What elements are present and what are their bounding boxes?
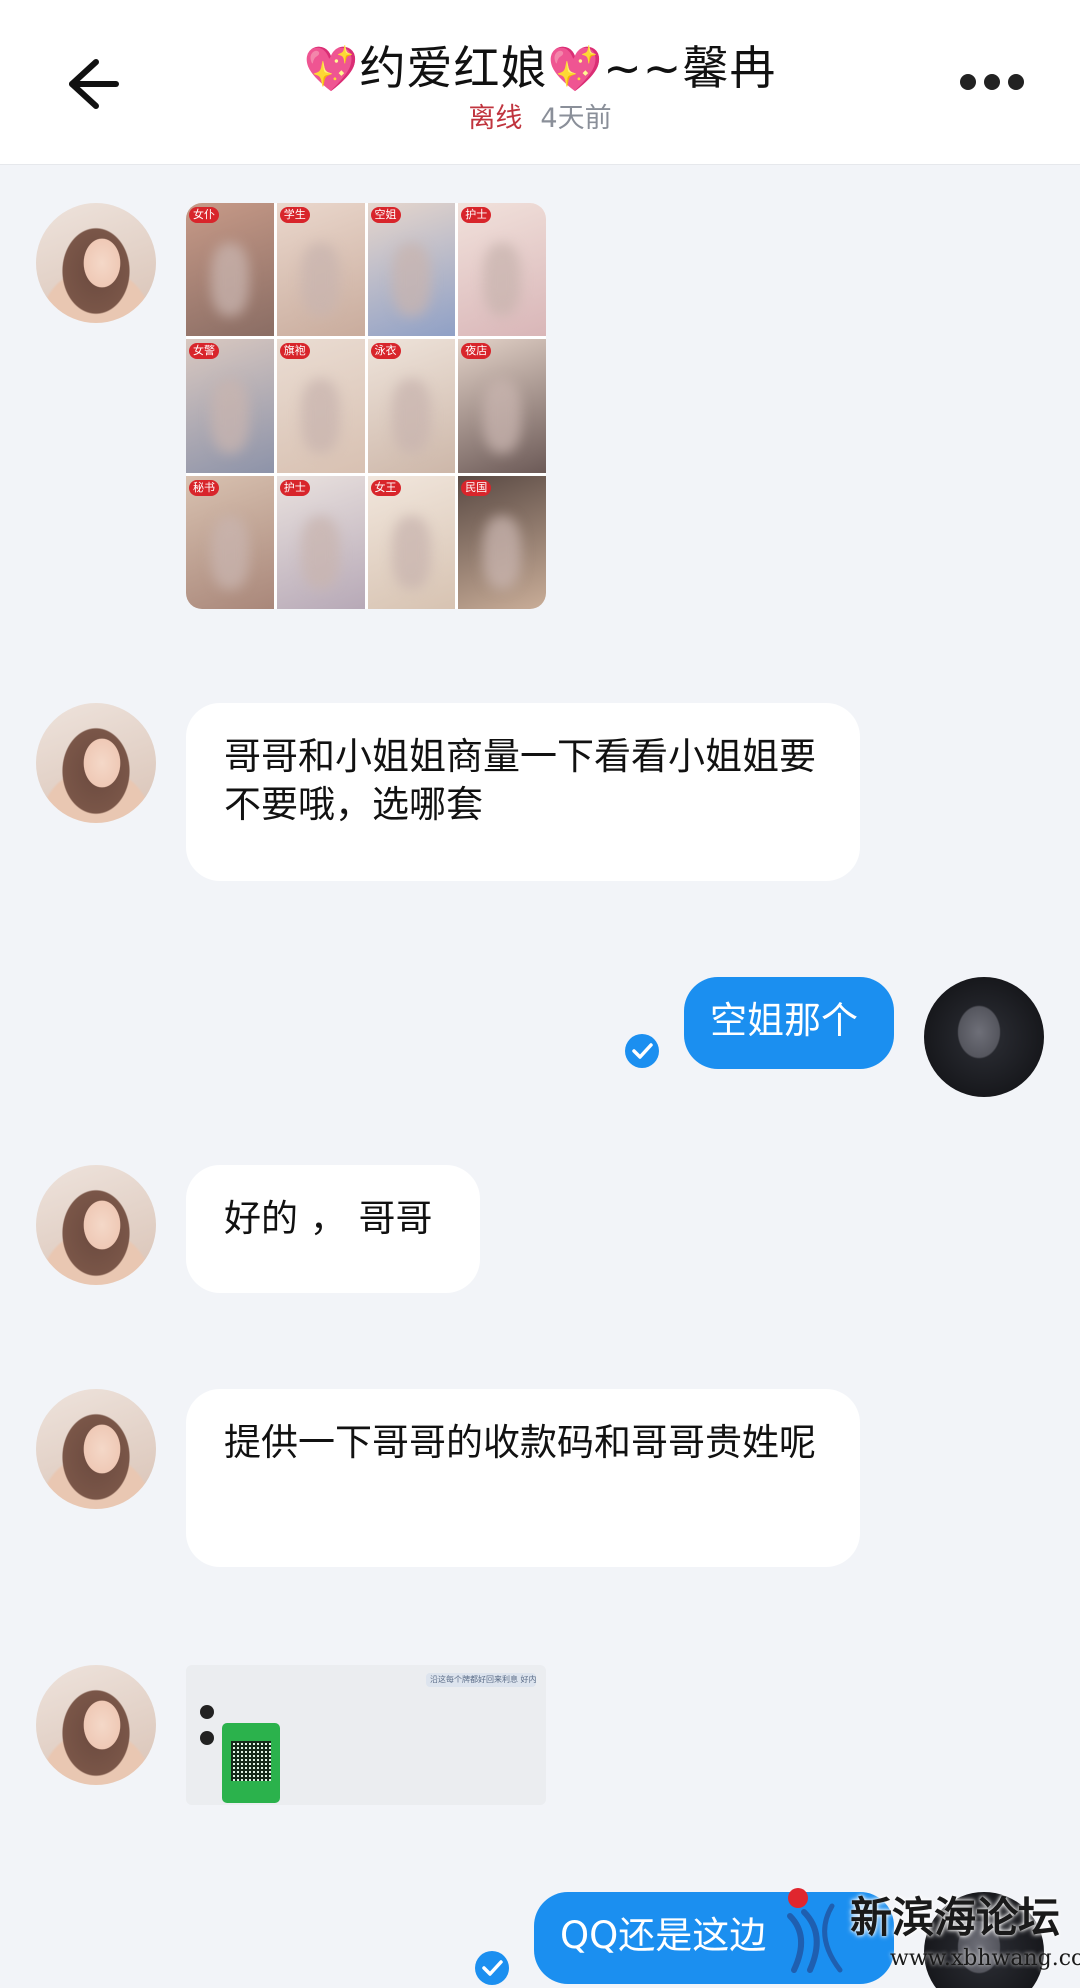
photo-tag: 旗袍 [279, 343, 310, 360]
contact-name: 约爱红娘 [359, 41, 548, 95]
my-avatar[interactable] [924, 977, 1044, 1097]
screenshot-text: 沿这每个牌都好回来利息 好内容 [426, 1673, 536, 1687]
watermark-title: 新滨海论坛 [850, 1893, 1061, 1942]
forum-logo-icon [787, 1888, 843, 1973]
grid-photo: 护士 [276, 475, 365, 609]
message-text: 空姐那个 [710, 999, 858, 1042]
message-bubble[interactable]: 提供一下哥哥的收款码和哥哥贵姓呢 [186, 1389, 860, 1567]
grid-photo: 女王 [367, 475, 456, 609]
chat-header: 💖约爱红娘💖~~馨冉 离线 4天前 [0, 0, 1080, 165]
avatar[interactable] [36, 1665, 156, 1785]
last-seen-time: 4天前 [540, 103, 612, 134]
contact-name-suffix: ~~馨冉 [603, 41, 777, 95]
photo-tag: 空姐 [370, 207, 401, 223]
screenshot-avatar [200, 1731, 214, 1745]
avatar[interactable] [36, 1165, 156, 1285]
grid-photo: 旗袍 [276, 339, 365, 473]
chat-title[interactable]: 💖约爱红娘💖~~馨冉 [0, 32, 1080, 98]
photo-tag: 夜店 [461, 343, 492, 360]
grid-photo: 空姐 [367, 203, 456, 337]
photo-tag: 女王 [370, 479, 401, 496]
grid-photo: 护士 [458, 203, 546, 337]
photo-grid-message[interactable]: 女仆 学生 空姐 护士 女警 旗袍 泳衣 夜店 秘书 护士 女王 民国 [186, 203, 546, 609]
photo-tag: 学生 [279, 207, 310, 223]
grid-photo: 民国 [458, 475, 546, 609]
payment-qr-card [222, 1723, 280, 1803]
site-watermark: 新滨海论坛 www.xbhwang.com [780, 1880, 1080, 1988]
photo-tag: 女仆 [189, 207, 219, 223]
grid-photo: 夜店 [458, 339, 546, 473]
grid-photo: 女警 [186, 339, 274, 473]
message-bubble[interactable]: 好的 ， 哥哥 [186, 1165, 480, 1293]
message-bubble[interactable]: 哥哥和小姐姐商量一下看看小姐姐要不要哦，选哪套 [186, 703, 860, 881]
more-horizontal-icon [960, 74, 1024, 90]
photo-tag: 护士 [461, 207, 492, 223]
online-status: 离线 4天前 [0, 96, 1080, 135]
photo-tag: 民国 [461, 479, 492, 496]
screenshot-avatar [200, 1705, 214, 1719]
photo-tag: 女警 [189, 343, 219, 360]
avatar[interactable] [36, 703, 156, 823]
qr-code-icon [231, 1741, 271, 1781]
heart-icon: 💖 [547, 44, 604, 95]
avatar[interactable] [36, 203, 156, 323]
message-text: 好的 ， 哥哥 [224, 1197, 433, 1240]
payment-screenshot-message[interactable]: 沿这每个牌都好回来利息 好内容 [186, 1665, 546, 1805]
message-text: 提供一下哥哥的收款码和哥哥贵姓呢 [224, 1421, 816, 1464]
status-offline: 离线 [468, 103, 523, 134]
photo-tag: 泳衣 [370, 343, 401, 360]
my-message-bubble[interactable]: 空姐那个 [684, 977, 894, 1069]
message-text: 哥哥和小姐姐商量一下看看小姐姐要不要哦，选哪套 [224, 735, 816, 826]
photo-tag: 秘书 [189, 479, 219, 496]
read-check-icon [624, 1033, 660, 1069]
grid-photo: 秘书 [186, 475, 274, 609]
grid-photo: 学生 [276, 203, 365, 337]
avatar[interactable] [36, 1389, 156, 1509]
heart-icon: 💖 [303, 44, 360, 95]
message-text: QQ还是这边 [560, 1914, 767, 1957]
read-check-icon [474, 1950, 510, 1986]
grid-photo: 女仆 [186, 203, 274, 337]
grid-photo: 泳衣 [367, 339, 456, 473]
photo-tag: 护士 [279, 479, 310, 496]
more-button[interactable] [956, 62, 1028, 102]
watermark-url: www.xbhwang.com [890, 1946, 1080, 1971]
